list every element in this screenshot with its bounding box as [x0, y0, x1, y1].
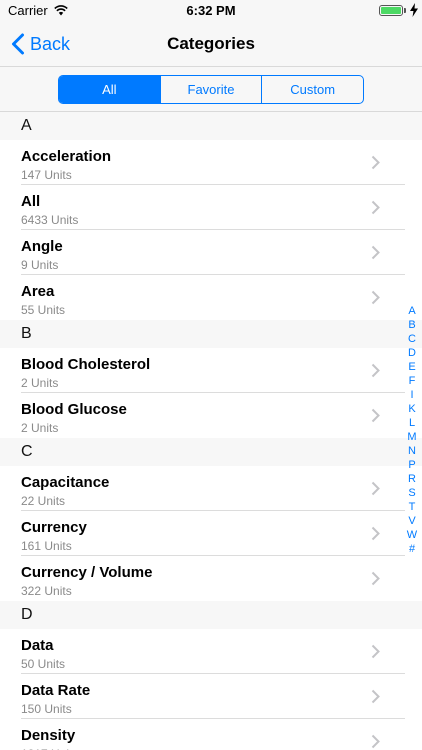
chevron-right-icon — [371, 481, 380, 496]
category-title: Capacitance — [21, 474, 110, 491]
category-row[interactable]: Area 55 Units — [0, 275, 405, 320]
category-title: Currency / Volume — [21, 564, 153, 581]
chevron-right-icon — [371, 644, 380, 659]
section-index-bar[interactable]: A B C D E F I K L M N P R S T V W # — [406, 304, 418, 556]
category-row[interactable]: Angle 9 Units — [0, 230, 405, 275]
index-letter[interactable]: M — [407, 430, 416, 444]
category-row[interactable]: Acceleration 147 Units — [0, 140, 405, 185]
unit-count: 150 Units — [21, 702, 72, 716]
page-title: Categories — [167, 34, 255, 53]
section-header: B — [0, 320, 422, 348]
chevron-right-icon — [371, 526, 380, 541]
unit-count: 9 Units — [21, 258, 59, 272]
navigation-bar: Back Categories — [0, 22, 422, 66]
charging-bolt-icon — [410, 3, 418, 17]
section-header: A — [0, 112, 422, 140]
index-letter[interactable]: N — [408, 444, 416, 458]
index-letter[interactable]: C — [408, 332, 416, 346]
segment-bar: All Favorite Custom — [0, 66, 422, 112]
chevron-right-icon — [371, 290, 380, 305]
chevron-right-icon — [371, 689, 380, 704]
section-header: D — [0, 601, 422, 629]
category-title: Data Rate — [21, 682, 91, 699]
index-letter[interactable]: A — [408, 304, 415, 318]
status-bar: Carrier 6:32 PM — [0, 0, 422, 22]
chevron-right-icon — [371, 363, 380, 378]
index-letter[interactable]: W — [407, 528, 417, 542]
category-row[interactable]: Blood Cholesterol 2 Units — [0, 348, 405, 393]
index-letter[interactable]: I — [410, 388, 413, 402]
chevron-right-icon — [371, 200, 380, 215]
category-title: Angle — [21, 238, 63, 255]
index-letter[interactable]: B — [408, 318, 415, 332]
unit-count: 322 Units — [21, 584, 72, 598]
category-row[interactable]: Data 50 Units — [0, 629, 405, 674]
category-row[interactable]: Blood Glucose 2 Units — [0, 393, 405, 438]
category-row[interactable]: All 6433 Units — [0, 185, 405, 230]
index-letter[interactable]: F — [409, 374, 416, 388]
categories-list: A Acceleration 147 Units All 6433 Units Angle… — [0, 112, 422, 750]
clock: 6:32 PM — [186, 3, 236, 18]
segment-custom[interactable]: Custom — [261, 76, 363, 103]
chevron-right-icon — [371, 245, 380, 260]
unit-count: 55 Units — [21, 303, 66, 317]
chevron-right-icon — [371, 734, 380, 749]
index-letter[interactable]: S — [408, 486, 415, 500]
index-letter[interactable]: P — [408, 458, 415, 472]
index-letter[interactable]: V — [408, 514, 415, 528]
unit-count: 2 Units — [21, 421, 59, 435]
index-letter[interactable]: K — [408, 402, 415, 416]
index-letter[interactable]: L — [409, 416, 415, 430]
segment-favorite[interactable]: Favorite — [159, 76, 262, 103]
battery-icon — [379, 5, 403, 16]
unit-count: 22 Units — [21, 494, 66, 508]
unit-count: 6433 Units — [21, 213, 79, 227]
category-row[interactable]: Data Rate 150 Units — [0, 674, 405, 719]
category-title: Acceleration — [21, 148, 112, 165]
index-letter[interactable]: D — [408, 346, 416, 360]
battery-tip — [404, 8, 406, 13]
index-letter[interactable]: E — [408, 360, 415, 374]
category-title: Density — [21, 727, 76, 744]
index-letter[interactable]: # — [409, 542, 415, 556]
chevron-right-icon — [371, 571, 380, 586]
index-letter[interactable]: T — [409, 500, 416, 514]
segment-all[interactable]: All — [59, 76, 160, 103]
unit-count: 161 Units — [21, 539, 72, 553]
category-title: Blood Glucose — [21, 401, 127, 418]
category-row[interactable]: Capacitance 22 Units — [0, 466, 405, 511]
category-row[interactable]: Currency / Volume 322 Units — [0, 556, 405, 601]
category-title: Area — [21, 283, 55, 300]
chevron-right-icon — [371, 408, 380, 423]
unit-count: 2 Units — [21, 376, 59, 390]
unit-count: 147 Units — [21, 168, 72, 182]
category-title: Currency — [21, 519, 87, 536]
category-row[interactable]: Density1217 Units — [0, 719, 405, 750]
category-title: All — [21, 193, 41, 210]
category-title: Blood Cholesterol — [21, 356, 151, 373]
index-letter[interactable]: R — [408, 472, 416, 486]
category-title: Data — [21, 637, 54, 654]
unit-count: 50 Units — [21, 657, 66, 671]
category-filter-segmented-control: All Favorite Custom — [58, 75, 364, 104]
chevron-right-icon — [371, 155, 380, 170]
category-row[interactable]: Currency 161 Units — [0, 511, 405, 556]
section-header: C — [0, 438, 422, 466]
